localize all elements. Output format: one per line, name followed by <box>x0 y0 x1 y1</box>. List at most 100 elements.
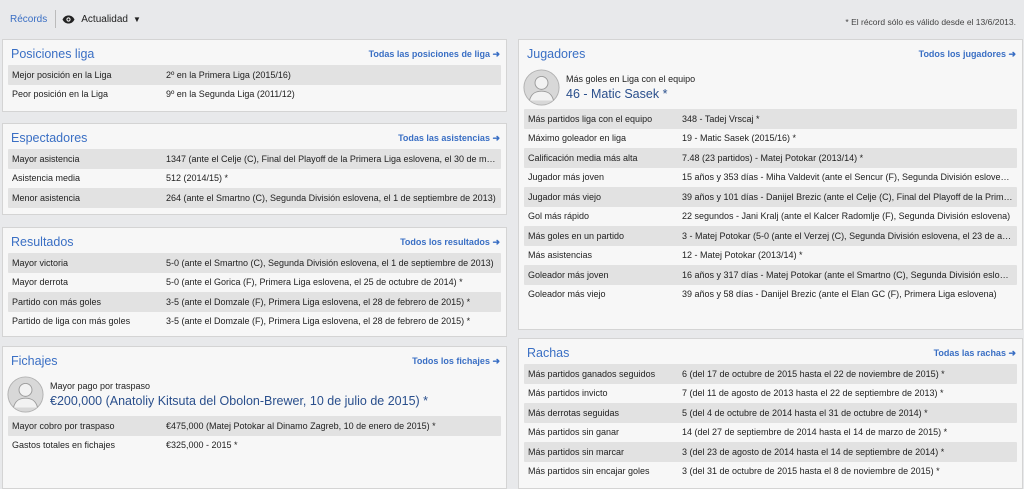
record-label: Mayor cobro por traspaso <box>12 420 115 431</box>
record-label: Más partidos sin marcar <box>528 446 625 457</box>
record-value[interactable]: 9º en la Segunda Liga (2011/12) <box>166 89 501 99</box>
record-row: Más partidos ganados seguidos 6 (del 17 d… <box>524 364 1017 384</box>
record-label: Más partidos ganados seguidos <box>528 368 656 379</box>
record-label: Partido de liga con más goles <box>12 316 131 327</box>
record-value[interactable]: 5-0 (ante el Gorica (F), Primera Liga es… <box>166 277 501 287</box>
record-row: Más partidos invicto 7 (del 11 de agosto … <box>524 384 1017 404</box>
record-value[interactable]: 5 (del 4 de octubre de 2014 hasta el 31 … <box>682 408 1017 418</box>
featured-value[interactable]: €200,000 (Anatoliy Kitsuta del Obolon-Br… <box>50 394 428 408</box>
player-silhouette-icon <box>523 68 560 106</box>
record-value[interactable]: 14 (del 27 de septiembre de 2014 hasta e… <box>682 427 1017 437</box>
record-row: Jugador más viejo 39 años y 101 días - Da… <box>524 187 1017 207</box>
record-list: Mayor cobro por traspaso €475,000 (Matej … <box>3 416 506 455</box>
record-label: Más partidos sin encajar goles <box>528 466 650 477</box>
record-row: Más partidos sin marcar 3 (del 23 de agos… <box>524 442 1017 462</box>
record-row: Máximo goleador en liga 19 - Matic Sasek … <box>524 129 1017 149</box>
record-value[interactable]: 3 - Matej Potokar (5-0 (ante el Verzej (… <box>682 231 1017 241</box>
record-label: Mayor derrota <box>12 277 69 288</box>
tab-records[interactable]: Récords <box>10 14 47 25</box>
record-row: Más partidos sin ganar 14 (del 27 de sept… <box>524 423 1017 443</box>
record-label: Gastos totales en fichajes <box>12 440 116 451</box>
panel-title: Espectadores <box>11 131 88 145</box>
record-value[interactable]: 12 - Matej Potokar (2013/14) * <box>682 250 1017 260</box>
record-row: Calificación media más alta 7.48 (23 part… <box>524 148 1017 168</box>
record-list: Mayor victoria 5-0 (ante el Smartno (C), … <box>3 253 506 331</box>
record-row: Goleador más viejo 39 años y 58 días - Da… <box>524 285 1017 305</box>
panel-fichajes: Fichajes Todos los fichajes ➜ Mayor pago … <box>2 346 507 489</box>
record-value[interactable]: 19 - Matic Sasek (2015/16) * <box>682 133 1017 143</box>
record-value[interactable]: 3-5 (ante el Domzale (F), Primera Liga e… <box>166 316 501 326</box>
top-bar: Récords Actualidad ▼ * El récord sólo es… <box>0 0 1024 38</box>
record-value[interactable]: €475,000 (Matej Potokar al Dinamo Zagreb… <box>166 421 501 431</box>
featured-value[interactable]: 46 - Matic Sasek * <box>566 87 695 101</box>
record-label: Mayor victoria <box>12 257 69 268</box>
record-value[interactable]: €325,000 - 2015 * <box>166 440 501 450</box>
record-value[interactable]: 3 (del 31 de octubre de 2015 hasta el 8 … <box>682 466 1017 476</box>
panel-liga: Posiciones liga Todas las posiciones de l… <box>2 39 507 112</box>
featured-label: Más goles en Liga con el equipo <box>566 73 696 84</box>
chevron-down-icon: ▼ <box>132 14 141 24</box>
link-all-results[interactable]: Todos los resultados ➜ <box>400 237 500 248</box>
record-label: Más partidos invicto <box>528 388 608 399</box>
record-value[interactable]: 348 - Tadej Vrscaj * <box>682 114 1017 124</box>
record-row: Mayor derrota 5-0 (ante el Gorica (F), Pr… <box>8 273 501 293</box>
record-value[interactable]: 7 (del 11 de agosto de 2013 hasta el 22 … <box>682 388 1017 398</box>
record-label: Partido con más goles <box>12 296 102 307</box>
record-value[interactable]: 264 (ante el Smartno (C), Segunda Divisi… <box>166 193 501 203</box>
record-value[interactable]: 39 años y 58 días - Danijel Brezic (ante… <box>682 289 1017 299</box>
record-label: Mayor asistencia <box>12 153 80 164</box>
record-row: Más partidos sin encajar goles 3 (del 31 … <box>524 462 1017 482</box>
panel-title: Resultados <box>11 235 74 249</box>
record-row: Más partidos liga con el equipo 348 - Tad… <box>524 109 1017 129</box>
record-label: Menor asistencia <box>12 192 81 203</box>
record-value[interactable]: 7.48 (23 partidos) - Matej Potokar (2013… <box>682 153 1017 163</box>
record-note: * El récord sólo es válido desde el 13/6… <box>845 17 1016 27</box>
record-list: Mejor posición en la Liga 2º en la Primer… <box>3 65 506 104</box>
record-value[interactable]: 512 (2014/15) * <box>166 173 501 183</box>
record-value[interactable]: 5-0 (ante el Smartno (C), Segunda Divisi… <box>166 258 501 268</box>
view-selector[interactable]: Actualidad ▼ <box>62 14 141 25</box>
link-all-streaks[interactable]: Todas las rachas ➜ <box>934 348 1016 359</box>
record-label: Jugador más joven <box>528 172 605 183</box>
record-row: Asistencia media 512 (2014/15) * <box>8 169 501 189</box>
record-value[interactable]: 3-5 (ante el Domzale (F), Primera Liga e… <box>166 297 501 307</box>
record-label: Más asistencias <box>528 250 593 261</box>
record-row: Gastos totales en fichajes €325,000 - 201… <box>8 436 501 456</box>
panel-title: Jugadores <box>527 47 586 61</box>
record-row: Gol más rápido 22 segundos - Jani Kralj (… <box>524 207 1017 227</box>
record-row: Más goles en un partido 3 - Matej Potokar… <box>524 226 1017 246</box>
record-row: Más derrotas seguidas 5 (del 4 de octubre… <box>524 403 1017 423</box>
record-value[interactable]: 3 (del 23 de agosto de 2014 hasta el 14 … <box>682 447 1017 457</box>
record-label: Más goles en un partido <box>528 230 625 241</box>
player-silhouette-icon <box>7 375 44 413</box>
record-value[interactable]: 39 años y 101 días - Danijel Brezic (ant… <box>682 192 1017 202</box>
record-list: Más partidos liga con el equipo 348 - Tad… <box>519 109 1022 304</box>
featured-label: Mayor pago por traspaso <box>50 380 151 391</box>
panel-jugadores: Jugadores Todos los jugadores ➜ Más goles… <box>518 39 1023 330</box>
link-all-transfers[interactable]: Todos los fichajes ➜ <box>412 356 500 367</box>
eye-icon <box>62 14 75 23</box>
record-value[interactable]: 22 segundos - Jani Kralj (ante el Kalcer… <box>682 211 1017 221</box>
record-value[interactable]: 2º en la Primera Liga (2015/16) <box>166 70 501 80</box>
record-value[interactable]: 16 años y 317 días - Matej Potokar (ante… <box>682 270 1017 280</box>
record-row: Jugador más joven 15 años y 353 días - Mi… <box>524 168 1017 188</box>
record-row: Mayor victoria 5-0 (ante el Smartno (C), … <box>8 253 501 273</box>
record-value[interactable]: 1347 (ante el Celje (C), Final del Playo… <box>166 154 501 164</box>
panel-title: Fichajes <box>11 354 58 368</box>
record-row: Mayor asistencia 1347 (ante el Celje (C),… <box>8 149 501 169</box>
panel-espectadores: Espectadores Todas las asistencias ➜ Mayo… <box>2 123 507 215</box>
record-value[interactable]: 6 (del 17 de octubre de 2015 hasta el 22… <box>682 369 1017 379</box>
record-row: Menor asistencia 264 (ante el Smartno (C)… <box>8 188 501 208</box>
record-list: Más partidos ganados seguidos 6 (del 17 d… <box>519 364 1022 481</box>
record-list: Mayor asistencia 1347 (ante el Celje (C),… <box>3 149 506 208</box>
link-all-attendances[interactable]: Todas las asistencias ➜ <box>398 133 500 144</box>
record-label: Goleador más viejo <box>528 289 606 300</box>
link-all-league-positions[interactable]: Todas las posiciones de liga ➜ <box>369 49 500 60</box>
panel-title: Rachas <box>527 346 570 360</box>
record-row: Goleador más joven 16 años y 317 días - M… <box>524 265 1017 285</box>
record-row: Partido con más goles 3-5 (ante el Domzal… <box>8 292 501 312</box>
record-value[interactable]: 15 años y 353 días - Miha Valdevit (ante… <box>682 172 1017 182</box>
record-label: Más derrotas seguidas <box>528 407 620 418</box>
link-all-players[interactable]: Todos los jugadores ➜ <box>919 49 1016 60</box>
record-label: Peor posición en la Liga <box>12 89 109 100</box>
